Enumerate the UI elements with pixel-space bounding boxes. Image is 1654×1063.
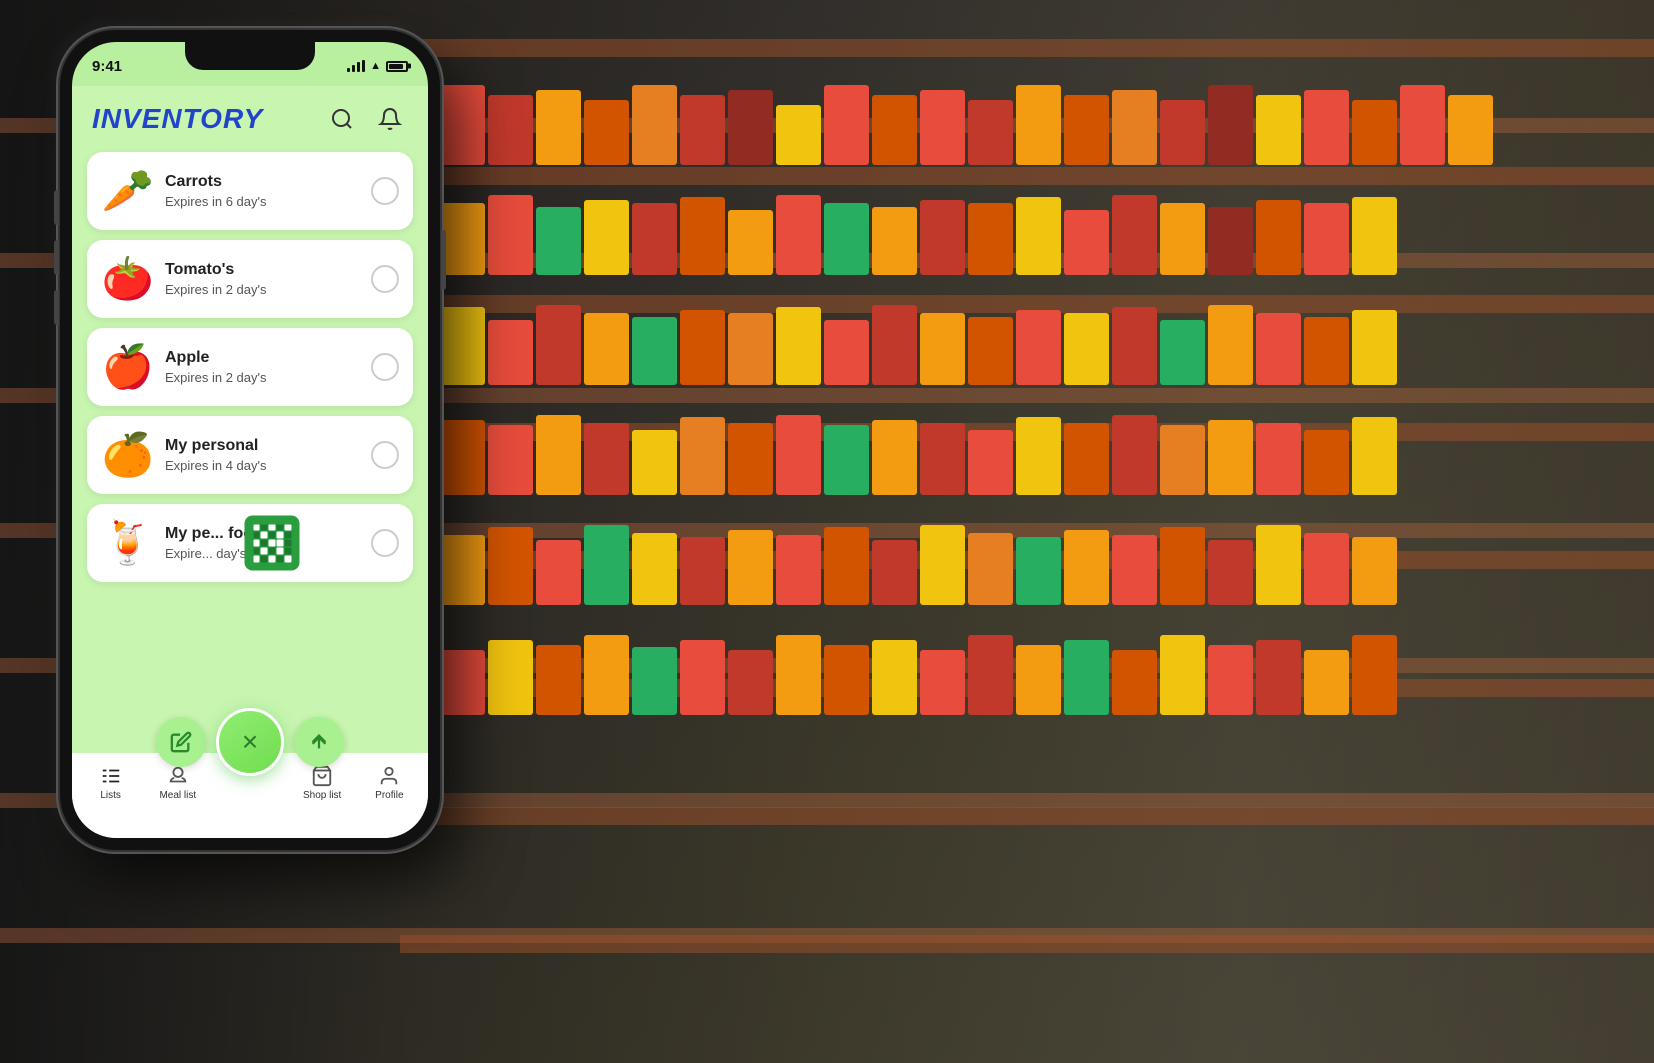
item-info-apple: Apple Expires in 2 day's: [165, 349, 361, 385]
qr-pattern: [253, 524, 291, 562]
bell-button[interactable]: [372, 101, 408, 137]
sort-fab-button[interactable]: [294, 717, 344, 767]
list-item: 🍊 My personal Expires in 4 day's: [87, 416, 413, 494]
edit-fab-button[interactable]: [156, 717, 206, 767]
item-name-apple: Apple: [165, 349, 361, 367]
status-icons: ▲: [347, 56, 408, 72]
item-checkbox-apple[interactable]: [371, 353, 399, 381]
bell-icon: [378, 107, 402, 131]
item-info-personal: My personal Expires in 4 day's: [165, 437, 361, 473]
signal-bars: [347, 60, 365, 72]
status-time: 9:41: [92, 54, 122, 75]
sort-icon: [308, 731, 330, 753]
nav-label-lists: Lists: [100, 790, 121, 801]
item-checkbox-tomatoes[interactable]: [371, 265, 399, 293]
app-content: INVENTORY: [72, 86, 428, 838]
item-expires-personal: Expires in 4 day's: [165, 458, 361, 473]
phone-notch: [185, 42, 315, 70]
products-layer: [430, 60, 1654, 1063]
search-icon: [330, 107, 354, 131]
wifi-icon: ▲: [370, 60, 381, 72]
item-info-tomatoes: Tomato's Expires in 2 day's: [165, 261, 361, 297]
qr-code-overlay[interactable]: [245, 516, 300, 571]
item-image-food: 🍹: [101, 516, 155, 570]
phone-shell: 9:41 ▲ INVEN: [60, 30, 440, 850]
search-button[interactable]: [324, 101, 360, 137]
item-info-carrots: Carrots Expires in 6 day's: [165, 173, 361, 209]
app-header: INVENTORY: [72, 86, 428, 147]
item-image-personal: 🍊: [101, 428, 155, 482]
item-expires-apple: Expires in 2 day's: [165, 370, 361, 385]
close-fab-button[interactable]: ×: [216, 708, 284, 776]
header-icons: [324, 101, 408, 137]
item-image-tomatoes: 🍅: [101, 252, 155, 306]
item-expires-carrots: Expires in 6 day's: [165, 194, 361, 209]
item-image-apple: 🍎: [101, 340, 155, 394]
item-checkbox-personal[interactable]: [371, 441, 399, 469]
item-checkbox-food[interactable]: [371, 529, 399, 557]
item-name-personal: My personal: [165, 437, 361, 455]
phone-screen: 9:41 ▲ INVEN: [72, 42, 428, 838]
app-title: INVENTORY: [92, 103, 263, 135]
item-expires-tomatoes: Expires in 2 day's: [165, 282, 361, 297]
list-item: 🍅 Tomato's Expires in 2 day's: [87, 240, 413, 318]
nav-label-profile: Profile: [375, 790, 403, 801]
item-checkbox-carrots[interactable]: [371, 177, 399, 205]
item-name-tomatoes: Tomato's: [165, 261, 361, 279]
bottom-navigation: ×: [72, 753, 428, 838]
item-name-carrots: Carrots: [165, 173, 361, 191]
nav-label-shop-list: Shop list: [303, 790, 341, 801]
close-icon: ×: [242, 728, 258, 756]
edit-icon: [170, 731, 192, 753]
inventory-list: 🥕 Carrots Expires in 6 day's 🍅 Tomato's …: [72, 147, 428, 753]
fab-row: ×: [72, 708, 428, 776]
list-item: 🥕 Carrots Expires in 6 day's: [87, 152, 413, 230]
nav-label-meal-list: Meal list: [159, 790, 196, 801]
list-item: 🍎 Apple Expires in 2 day's: [87, 328, 413, 406]
phone-mockup: 9:41 ▲ INVEN: [60, 30, 440, 850]
item-image-carrots: 🥕: [101, 164, 155, 218]
list-item: 🍹 My pe... food Expire... day's: [87, 504, 413, 582]
battery-icon: [386, 61, 408, 72]
